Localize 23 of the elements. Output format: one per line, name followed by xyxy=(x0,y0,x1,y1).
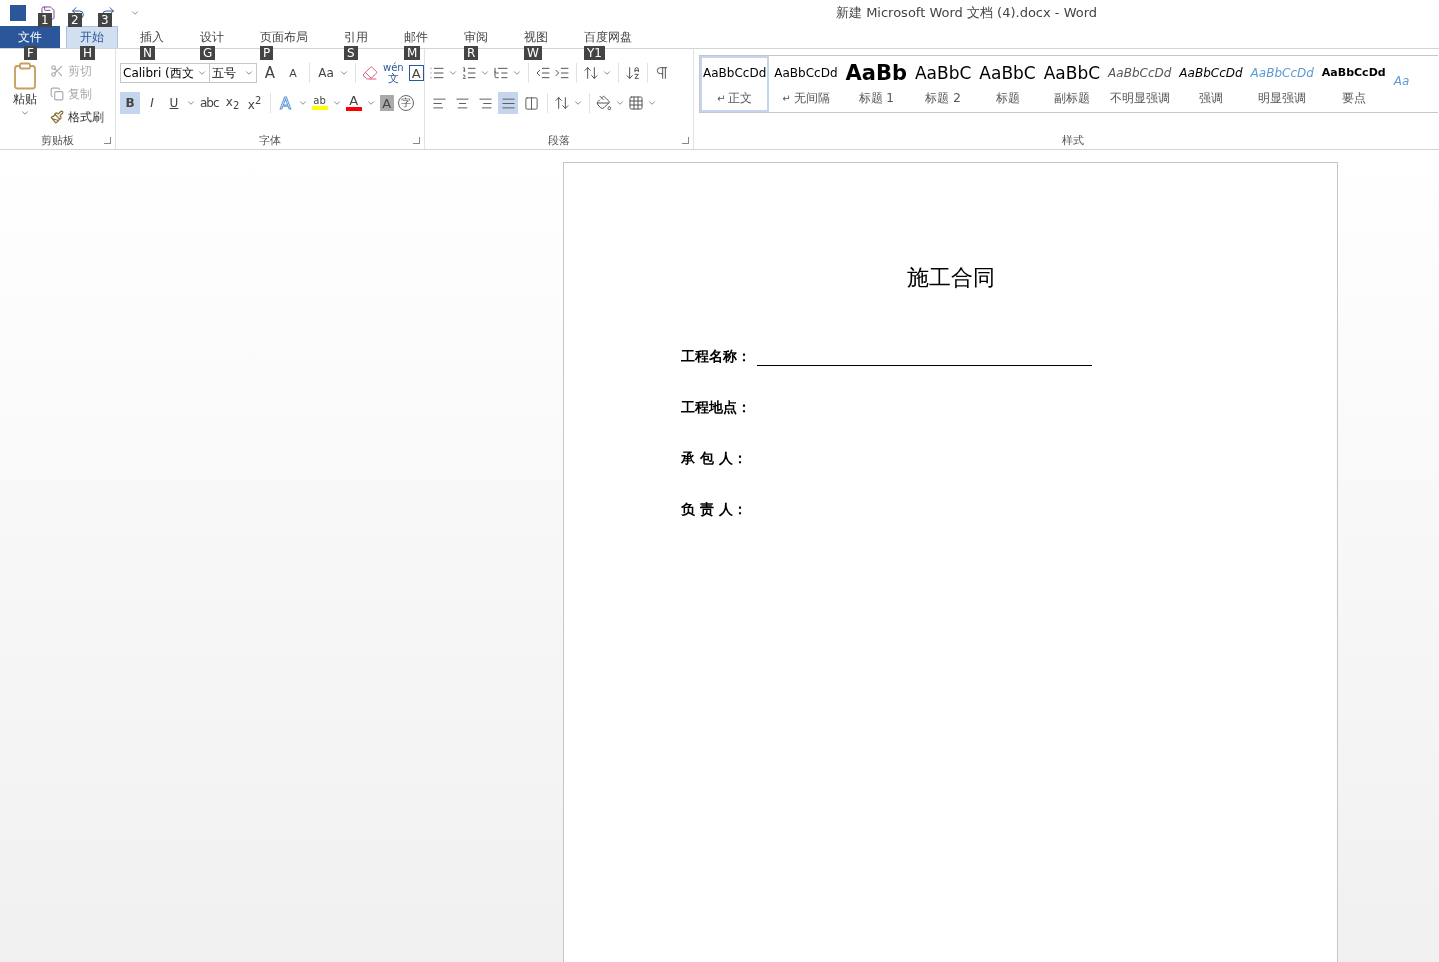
keytip-tooltip: R xyxy=(464,46,479,60)
keytip-tooltip: M xyxy=(404,46,421,60)
field-label: 负 责 人： xyxy=(681,501,747,519)
keytip-tooltip: 1 xyxy=(38,13,52,27)
keytip-tooltip: N xyxy=(140,46,155,60)
keytip-tooltip: Y1 xyxy=(584,46,605,60)
window-title: 新建 Microsoft Word 文档 (4).docx - Word xyxy=(836,4,1098,22)
keytip-tooltip: W xyxy=(524,46,542,60)
keytip-tooltip: F xyxy=(24,46,37,60)
keytip-tooltip: S xyxy=(344,46,358,60)
field-label: 工程地点： xyxy=(681,399,751,417)
keytip-tooltip: H xyxy=(80,46,96,60)
keytip-tooltip: 2 xyxy=(68,13,82,27)
group-label: 段落 xyxy=(425,133,693,149)
keytip-tooltip: P xyxy=(260,46,274,60)
document-title: 施工合同 xyxy=(906,264,996,292)
group-label: 字体 xyxy=(116,133,424,149)
group-label: 剪贴板 xyxy=(0,133,115,149)
field-label: 承 包 人： xyxy=(681,450,747,468)
keytip-tooltip: 3 xyxy=(98,13,112,27)
group-label: 样式 xyxy=(1061,133,1085,149)
keytip-tooltip: G xyxy=(200,46,216,60)
field-label: 工程名称： xyxy=(681,348,751,366)
